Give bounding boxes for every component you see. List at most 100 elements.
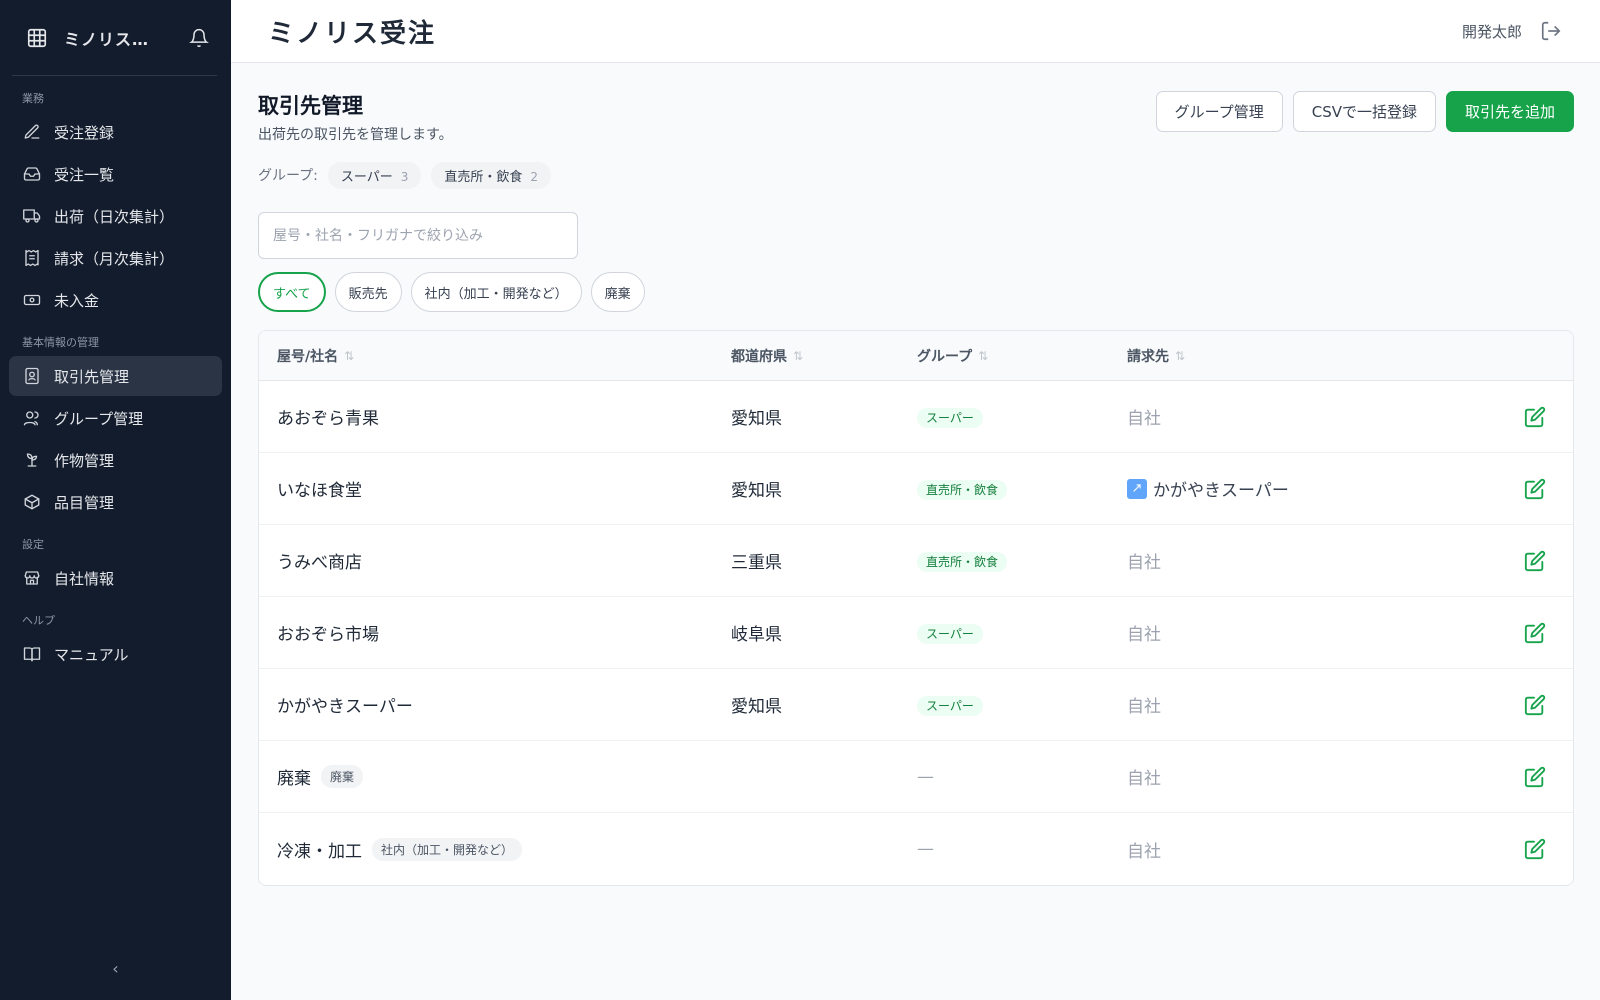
cell-prefecture: 三重県 [731,553,782,573]
cell-name: おおぞら市場 [277,625,379,645]
edit-icon[interactable] [1524,766,1546,788]
cell-billing[interactable]: ↗ かがやきスーパー [1127,476,1497,501]
collapse-sidebar-button[interactable]: ‹ [0,959,231,978]
sidebar-section-label: 基本情報の管理 [22,336,99,349]
sidebar-item-label: グループ管理 [54,409,144,428]
edit-icon[interactable] [1524,478,1546,500]
sidebar-item[interactable]: 受注一覧 [9,154,222,194]
bell-icon[interactable] [189,28,209,48]
sidebar-item-label: 作物管理 [54,451,115,470]
csv-import-button[interactable]: CSVで一括登録 [1292,91,1436,132]
cell-prefecture: 愛知県 [731,409,782,429]
group-badge: 直売所・飲食 [917,551,1008,572]
type-badge: 社内（加工・開発など） [372,837,523,861]
contact-book-icon [25,367,39,385]
cell-actions [1497,478,1573,500]
table-row[interactable]: かがやきスーパー 愛知県 スーパー 自社 [259,669,1573,741]
user-name[interactable]: 開発太郎 [1462,21,1522,42]
sidebar-nav: 業務受注登録 受注一覧 出荷（日次集計） 請求（月次集計） 未入金基本情報の管理取引先管… [0,90,231,674]
cell-group: スーパー [917,695,1127,716]
cell-billing: 自社 [1127,769,1161,789]
sidebar-item[interactable]: グループ管理 [9,398,222,438]
edit-icon[interactable] [1524,550,1546,572]
partners-table: 屋号/社名 ⇅ 都道府県 ⇅ グループ ⇅ 請求先 ⇅ あおぞら青果 愛知県 スーパー 自社い… [258,330,1574,886]
sidebar-item[interactable]: 取引先管理 [9,356,222,396]
cell-name: うみべ商店 [277,553,362,573]
sidebar-item[interactable]: 作物管理 [9,440,222,480]
cell-billing: 自社 [1127,841,1161,862]
edit-icon [24,124,40,139]
group-badge: スーパー [917,407,983,428]
page-actions: グループ管理 CSVで一括登録 取引先を追加 [1155,91,1574,132]
edit-icon[interactable] [1524,694,1546,716]
cell-group: スーパー [917,623,1127,644]
cell-prefecture: 愛知県 [731,697,782,717]
group-manage-button[interactable]: グループ管理 [1155,91,1283,132]
cell-group: 直売所・飲食 [917,551,1127,572]
sidebar-item-label: 取引先管理 [54,367,130,386]
cell-name: 廃棄 廃棄 [259,764,731,789]
sort-icon: ⇅ [344,348,355,363]
filter-pills: すべて 販売先 社内（加工・開発など） 廃棄 [258,272,1574,312]
cell-actions [1497,622,1573,644]
cell-group: — [917,839,934,859]
edit-icon[interactable] [1524,838,1546,860]
sidebar-item-label: マニュアル [54,645,129,664]
sidebar-item[interactable]: 出荷（日次集計） [9,196,222,236]
sidebar-item[interactable]: 自社情報 [9,558,222,598]
sidebar-item[interactable]: 請求（月次集計） [9,238,222,278]
cell-actions [1497,550,1573,572]
inbox-icon [23,167,41,181]
table-row[interactable]: あおぞら青果 愛知県 スーパー 自社 [259,381,1573,453]
sidebar-item-label: 自社情報 [54,569,115,588]
sidebar-item[interactable]: 品目管理 [9,482,222,522]
sidebar-section-label: 業務 [22,92,44,105]
column-header-group[interactable]: グループ ⇅ [917,346,1127,366]
sidebar-item-label: 請求（月次集計） [54,249,175,268]
group-chip[interactable]: スーパー 3 [327,161,422,189]
table-row[interactable]: うみべ商店 三重県 直売所・飲食 自社 [259,525,1573,597]
cell-actions [1497,838,1573,860]
table-row[interactable]: 冷凍・加工 社内（加工・開発など） — 自社 [259,813,1573,885]
filter-pill[interactable]: 社内（加工・開発など） [410,272,582,312]
cell-actions [1497,694,1573,716]
cell-billing: 自社 [1127,697,1161,717]
sidebar-section-label: ヘルプ [22,614,55,627]
banknote-icon [23,294,41,306]
filter-pill[interactable]: 廃棄 [590,272,645,312]
truck-icon [23,209,41,223]
edit-icon[interactable] [1524,406,1546,428]
group-summary: グループ: スーパー 3 直売所・飲食 2 [258,161,1574,189]
table-row[interactable]: いなほ食堂 愛知県 直売所・飲食 ↗ かがやきスーパー [259,453,1573,525]
cell-billing: 自社 [1127,625,1161,645]
sidebar-item[interactable]: 受注登録 [9,112,222,152]
table-row[interactable]: おおぞら市場 岐阜県 スーパー 自社 [259,597,1573,669]
cell-group: スーパー [917,407,1127,428]
filter-pill[interactable]: 販売先 [334,272,402,312]
cell-name: いなほ食堂 [277,481,362,501]
column-header-name[interactable]: 屋号/社名 ⇅ [259,346,731,366]
logout-icon[interactable] [1540,20,1562,42]
filter-pill[interactable]: すべて [258,272,326,312]
group-badge: スーパー [917,695,983,716]
column-header-prefecture[interactable]: 都道府県 ⇅ [731,346,917,366]
table-row[interactable]: 廃棄 廃棄 — 自社 [259,741,1573,813]
main-content: 取引先管理 出荷先の取引先を管理します。 グループ: スーパー 3 直売所・飲食 2… [258,90,1574,886]
grid-icon[interactable] [26,27,48,49]
add-partner-button[interactable]: 取引先を追加 [1445,91,1574,132]
store-icon [24,571,40,585]
cell-prefecture: 岐阜県 [731,625,782,645]
sidebar-item[interactable]: マニュアル [9,634,222,674]
receipt-icon [25,249,39,267]
sidebar-item[interactable]: 未入金 [9,280,222,320]
cell-name: 冷凍・加工 社内（加工・開発など） [259,837,731,862]
group-badge: スーパー [917,623,983,644]
sidebar-item-label: 品目管理 [54,493,115,512]
cell-group: — [917,766,934,787]
cell-actions [1497,406,1573,428]
book-icon [23,647,41,662]
search-input[interactable] [258,212,578,259]
edit-icon[interactable] [1524,622,1546,644]
column-header-billing[interactable]: 請求先 ⇅ [1127,346,1497,366]
group-chip[interactable]: 直売所・飲食 2 [431,161,552,189]
